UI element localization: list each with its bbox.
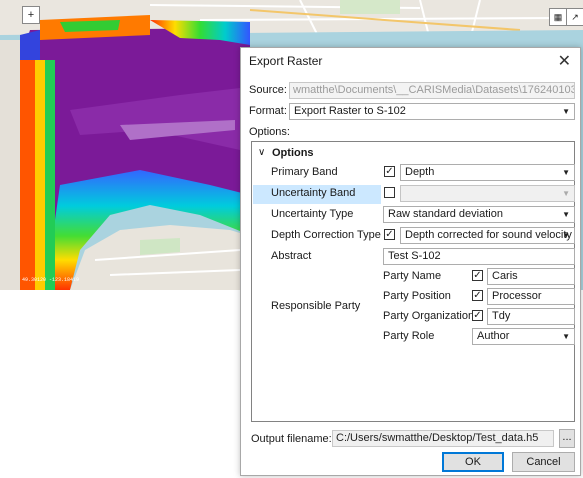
depth-correction-type-label: Depth Correction Type	[271, 229, 381, 241]
party-role-select[interactable]: Author ▼	[472, 328, 575, 345]
options-group-header: Options	[272, 147, 314, 159]
party-position-checkbox[interactable]: ✓	[472, 290, 483, 301]
depth-correction-checkbox[interactable]: ✓	[384, 229, 395, 240]
chevron-down-icon: ▼	[562, 168, 570, 177]
depth-correction-type-select[interactable]: Depth corrected for sound velocity ▼	[400, 227, 575, 244]
responsible-party-label: Responsible Party	[271, 300, 361, 312]
primary-band-select[interactable]: Depth ▼	[400, 164, 575, 181]
options-label: Options:	[249, 126, 290, 138]
format-select[interactable]: Export Raster to S-102 ▼	[289, 103, 575, 120]
format-select-value: Export Raster to S-102	[294, 105, 406, 117]
party-position-input[interactable]: Processor	[487, 288, 575, 305]
party-name-input[interactable]: Caris	[487, 268, 575, 285]
primary-band-label: Primary Band	[271, 166, 338, 178]
primary-band-value: Depth	[405, 166, 435, 178]
options-panel: ∨ Options Primary Band ✓ Depth ▼ Uncerta…	[251, 141, 575, 422]
primary-band-checkbox[interactable]: ✓	[384, 166, 395, 177]
format-label: Format:	[249, 105, 287, 117]
browse-button[interactable]: ...	[559, 429, 575, 448]
party-name-checkbox[interactable]: ✓	[472, 270, 483, 281]
party-role-value: Author	[477, 330, 510, 342]
party-role-label: Party Role	[383, 330, 435, 342]
export-raster-dialog: Export Raster ✕ Source: wmatthe\Document…	[240, 47, 581, 476]
abstract-input[interactable]: Test S-102	[383, 248, 575, 265]
uncertainty-type-value: Raw standard deviation	[388, 208, 503, 220]
map-coordinate-readout: 49.30120 -123.18419	[22, 277, 80, 283]
dialog-title: Export Raster	[249, 54, 323, 68]
layers-icon[interactable]: ▦	[549, 8, 567, 26]
output-filename-field[interactable]: C:/Users/swmatthe/Desktop/Test_data.h5	[332, 430, 554, 447]
zoom-in-button[interactable]: +	[22, 6, 40, 24]
uncertainty-band-checkbox[interactable]	[384, 187, 395, 198]
uncertainty-band-select: ▼	[400, 185, 575, 202]
close-icon[interactable]: ✕	[558, 51, 571, 71]
uncertainty-band-label: Uncertainty Band	[271, 187, 356, 199]
party-organization-checkbox[interactable]: ✓	[472, 310, 483, 321]
chevron-down-icon: ▼	[562, 231, 570, 240]
compass-icon[interactable]: ↗	[566, 8, 583, 26]
source-label: Source:	[249, 84, 287, 96]
chevron-down-icon: ▼	[562, 332, 570, 341]
collapse-icon[interactable]: ∨	[258, 147, 265, 158]
cancel-button[interactable]: Cancel	[512, 452, 575, 472]
dialog-titlebar: Export Raster ✕	[241, 48, 580, 74]
ok-button[interactable]: OK	[442, 452, 504, 472]
uncertainty-type-select[interactable]: Raw standard deviation ▼	[383, 206, 575, 223]
source-field: wmatthe\Documents\__CARISMedia\Datasets\…	[289, 82, 575, 99]
abstract-label: Abstract	[271, 250, 312, 262]
party-position-label: Party Position	[383, 290, 451, 302]
party-name-label: Party Name	[383, 270, 442, 282]
chevron-down-icon: ▼	[562, 210, 570, 219]
output-filename-label: Output filename:	[251, 433, 332, 445]
depth-correction-type-value: Depth corrected for sound velocity	[405, 229, 572, 241]
party-organization-input[interactable]: Tdy	[487, 308, 575, 325]
party-organization-label: Party Organization	[383, 310, 475, 322]
uncertainty-type-label: Uncertainty Type	[271, 208, 354, 220]
chevron-down-icon: ▼	[562, 107, 570, 116]
chevron-down-icon: ▼	[562, 189, 570, 198]
